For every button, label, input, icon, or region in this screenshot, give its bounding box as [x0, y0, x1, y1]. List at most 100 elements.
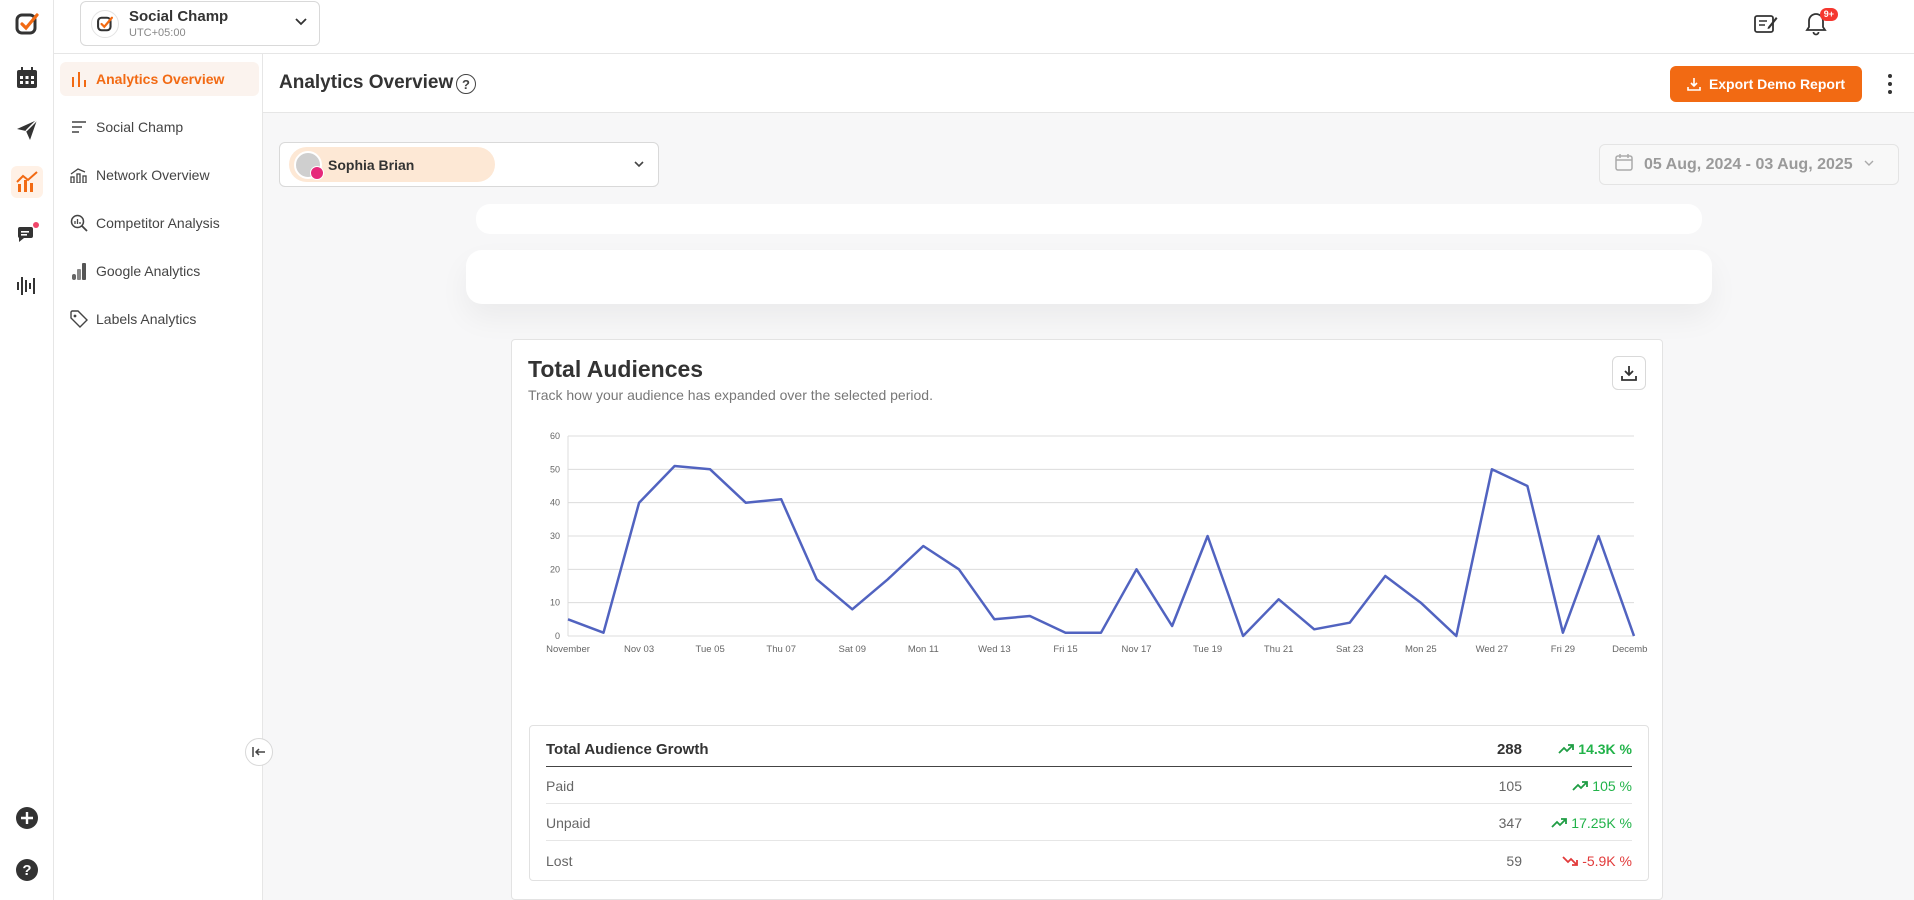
more-options-icon[interactable]	[1880, 68, 1900, 100]
download-icon	[1621, 366, 1637, 381]
sidebar-item-label: Network Overview	[96, 167, 210, 183]
help-question-icon[interactable]: ?	[456, 74, 476, 94]
trend-up-icon	[1551, 818, 1568, 828]
account-name: Sophia Brian	[328, 156, 415, 173]
sidebar-item-label: Social Champ	[96, 119, 184, 135]
compose-icon[interactable]	[1752, 10, 1780, 38]
x-tick-label: Wed 13	[978, 644, 1011, 655]
add-icon[interactable]	[11, 802, 43, 834]
y-tick-label: 30	[550, 531, 560, 541]
chevron-down-icon	[1863, 156, 1875, 174]
x-tick-label: Fri 15	[1053, 644, 1077, 655]
avatar	[294, 150, 324, 180]
google-analytics-icon	[70, 262, 88, 280]
top-bar: Social Champ UTC+05:00 9+	[54, 0, 1914, 54]
analytics-icon[interactable]	[11, 166, 43, 198]
sidebar-item-network-overview[interactable]: Network Overview	[60, 158, 259, 192]
workspace-selector[interactable]: Social Champ UTC+05:00	[80, 1, 320, 46]
sidebar-item-analytics-overview[interactable]: Analytics Overview	[60, 62, 259, 96]
account-chip: Sophia Brian	[289, 147, 495, 182]
y-tick-label: 0	[555, 631, 560, 641]
card-subtitle: Track how your audience has expanded ove…	[528, 387, 933, 403]
row-change-text: 105 %	[1592, 778, 1632, 794]
calendar-icon	[1614, 152, 1634, 177]
x-tick-label: Sat 09	[839, 644, 866, 655]
page-header: Analytics Overview ? Export Demo Report	[263, 54, 1914, 113]
listening-waveform-icon[interactable]	[11, 270, 43, 302]
y-tick-label: 40	[550, 498, 560, 508]
sidebar-item-social-champ[interactable]: Social Champ	[60, 110, 259, 144]
social-champ-logo[interactable]	[11, 8, 43, 40]
network-chart-icon	[70, 166, 88, 184]
inbox-notification-dot	[33, 222, 39, 228]
y-tick-label: 20	[550, 564, 560, 574]
row-change-text: -5.9K %	[1582, 852, 1632, 869]
card-title: Total Audiences	[528, 356, 704, 382]
row-change: -5.9K %	[1522, 853, 1632, 869]
row-change-text: 17.25K %	[1571, 815, 1632, 831]
row-change-text: 14.3K %	[1578, 741, 1632, 757]
sidebar-item-label: Competitor Analysis	[96, 215, 220, 231]
download-chart-button[interactable]	[1612, 356, 1646, 390]
x-tick-label: December	[1612, 644, 1648, 655]
calendar-icon[interactable]	[11, 62, 43, 94]
date-range-text: 05 Aug, 2024 - 03 Aug, 2025	[1644, 155, 1853, 173]
row-value: 105	[1498, 778, 1522, 794]
notification-bell-icon[interactable]: 9+	[1802, 8, 1838, 38]
download-icon	[1687, 78, 1701, 91]
row-value: 288	[1496, 740, 1522, 758]
row-value: 59	[1506, 852, 1522, 869]
account-selector[interactable]: Sophia Brian	[279, 142, 659, 187]
collapse-sidebar-button[interactable]	[245, 738, 273, 766]
x-tick-label: November	[546, 644, 590, 655]
x-tick-label: Tue 19	[1193, 644, 1222, 655]
date-range-picker[interactable]: 05 Aug, 2024 - 03 Aug, 2025	[1599, 144, 1899, 185]
page-title: Analytics Overview	[279, 72, 454, 93]
analytics-sidebar: Analytics Overview Social Champ Network …	[54, 54, 263, 900]
export-button-label: Export Demo Report	[1708, 76, 1846, 92]
row-value: 347	[1498, 815, 1522, 831]
tag-icon	[70, 310, 88, 328]
x-tick-label: Tue 05	[696, 644, 725, 655]
sidebar-item-label: Analytics Overview	[96, 71, 225, 87]
trend-up-icon	[1572, 781, 1589, 791]
row-label: Total Audience Growth	[546, 740, 709, 758]
sidebar-item-labels-analytics[interactable]: Labels Analytics	[60, 302, 259, 336]
sidebar-item-label: Labels Analytics	[96, 311, 197, 327]
sidebar-item-label: Google Analytics	[96, 263, 201, 279]
row-change: 105 %	[1522, 778, 1632, 794]
list-lines-icon	[70, 118, 88, 136]
x-tick-label: Mon 25	[1405, 644, 1437, 655]
magnifier-chart-icon	[70, 214, 88, 232]
x-tick-label: Wed 27	[1476, 644, 1509, 655]
notification-badge: 9+	[1819, 8, 1838, 21]
table-row: Total Audience Growth 288 14.3K %	[546, 732, 1632, 767]
workspace-name: Social Champ	[129, 8, 229, 25]
collapse-arrow-icon	[252, 747, 265, 757]
export-demo-report-button[interactable]: Export Demo Report	[1670, 66, 1862, 102]
table-row: Lost 59 -5.9K %	[546, 843, 1632, 878]
inbox-chat-icon[interactable]	[11, 218, 43, 250]
row-change: 17.25K %	[1522, 815, 1632, 831]
skeleton-bar	[466, 250, 1712, 304]
sidebar-item-google-analytics[interactable]: Google Analytics	[60, 254, 259, 288]
total-audiences-card: Total Audiences Track how your audience …	[511, 339, 1663, 900]
trend-down-icon	[1562, 855, 1579, 866]
workspace-timezone: UTC+05:00	[129, 27, 186, 39]
loading-skeleton	[466, 204, 1712, 304]
x-tick-label: Thu 07	[766, 644, 796, 655]
workspace-logo-icon	[91, 9, 119, 38]
row-label: Paid	[546, 778, 575, 794]
row-label: Lost	[546, 852, 573, 869]
help-icon[interactable]: ?	[11, 854, 43, 886]
icon-rail: ?	[0, 0, 54, 900]
sidebar-item-competitor-analysis[interactable]: Competitor Analysis	[60, 206, 259, 240]
y-tick-label: 50	[550, 464, 560, 474]
svg-text:?: ?	[22, 862, 31, 879]
y-tick-label: 10	[550, 598, 560, 608]
publish-send-icon[interactable]	[11, 114, 43, 146]
trend-up-icon	[1558, 744, 1575, 754]
skeleton-bar	[476, 204, 1702, 234]
table-row: Paid 105 105 %	[546, 769, 1632, 804]
x-tick-label: Nov 17	[1121, 644, 1151, 655]
